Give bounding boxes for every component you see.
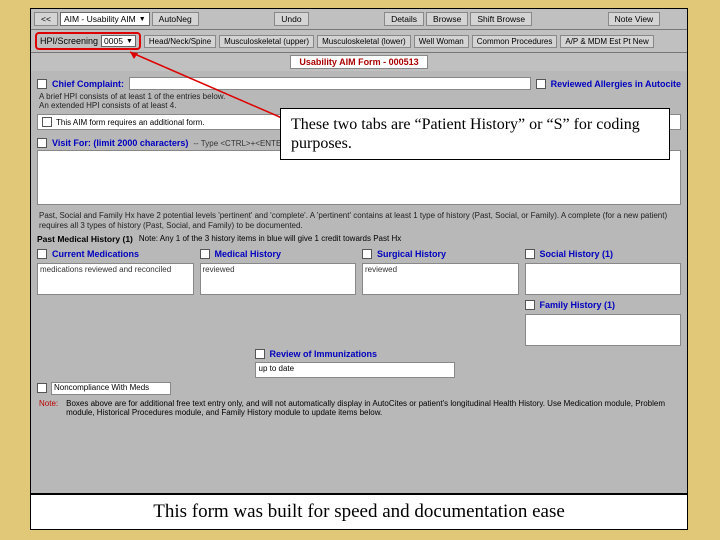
callout-top: These two tabs are “Patient History” or … (280, 108, 670, 160)
noncomp-checkbox[interactable] (37, 383, 47, 393)
undo-button[interactable]: Undo (274, 12, 308, 26)
app-window: << AIM - Usability AIM ▼ AutoNeg Undo De… (30, 8, 688, 494)
hpi-code-value: 0005 (104, 36, 123, 46)
tab-well-woman[interactable]: Well Woman (414, 35, 469, 48)
nav-prev-button[interactable]: << (34, 12, 58, 26)
chevron-down-icon: ▼ (139, 16, 146, 23)
tab-hpi-screening[interactable]: HPI/Screening 0005 ▼ (35, 32, 141, 50)
browse-button[interactable]: Browse (426, 12, 468, 26)
chevron-down-icon: ▼ (126, 38, 133, 45)
autoneg-button[interactable]: AutoNeg (152, 12, 199, 26)
details-button[interactable]: Details (384, 12, 424, 26)
additional-form-text: This AIM form requires an additional for… (56, 118, 205, 127)
tab-ap-mdm[interactable]: A/P & MDM Est Pt New (560, 35, 653, 48)
tab-msk-upper[interactable]: Musculoskeletal (upper) (219, 35, 314, 48)
pmh-note: Note: Any 1 of the 3 history items in bl… (139, 234, 401, 243)
review-imm-label: Review of Immunizations (270, 349, 378, 359)
chief-complaint-checkbox[interactable] (37, 79, 47, 89)
tab-strip: HPI/Screening 0005 ▼ Head/Neck/Spine Mus… (31, 30, 687, 53)
note-view-button[interactable]: Note View (608, 12, 661, 26)
social-hist-checkbox[interactable] (525, 249, 535, 259)
cur-meds-textarea[interactable]: medications reviewed and reconciled (37, 263, 194, 295)
form-title: Usability AIM Form - 000513 (290, 55, 427, 69)
tab-msk-lower[interactable]: Musculoskeletal (lower) (317, 35, 411, 48)
visit-for-label: Visit For: (limit 2000 characters) (52, 138, 188, 148)
additional-form-checkbox[interactable] (42, 117, 52, 127)
pmh-label: Past Medical History (1) (37, 234, 133, 244)
cur-meds-checkbox[interactable] (37, 249, 47, 259)
toolbar: << AIM - Usability AIM ▼ AutoNeg Undo De… (31, 9, 687, 30)
chief-complaint-label: Chief Complaint: (52, 79, 124, 89)
chief-complaint-input[interactable] (129, 77, 531, 90)
tab-head-neck-spine[interactable]: Head/Neck/Spine (144, 35, 216, 48)
form-selector-dropdown[interactable]: AIM - Usability AIM ▼ (60, 12, 150, 26)
social-hist-textarea[interactable] (525, 263, 682, 295)
visit-for-checkbox[interactable] (37, 138, 47, 148)
med-hist-textarea[interactable]: reviewed (200, 263, 357, 295)
tab-common-procedures[interactable]: Common Procedures (472, 35, 558, 48)
form-title-strip: Usability AIM Form - 000513 (31, 53, 687, 71)
family-hist-checkbox[interactable] (525, 300, 535, 310)
footer-note-label: Note: (39, 399, 58, 417)
family-hist-label: Family History (1) (540, 300, 616, 310)
dropdown-label: AIM - Usability AIM (64, 14, 136, 24)
social-hist-label: Social History (1) (540, 249, 614, 259)
shift-browse-button[interactable]: Shift Browse (470, 12, 532, 26)
callout-bottom: This form was built for speed and docume… (30, 494, 688, 530)
psf-description: Past, Social and Family Hx have 2 potent… (39, 211, 681, 229)
reviewed-allergies-checkbox[interactable] (536, 79, 546, 89)
reviewed-allergies-label: Reviewed Allergies in Autocite (551, 79, 681, 89)
med-hist-checkbox[interactable] (200, 249, 210, 259)
footer-note: Note: Boxes above are for additional fre… (39, 399, 679, 417)
surg-hist-checkbox[interactable] (362, 249, 372, 259)
footer-note-text: Boxes above are for additional free text… (66, 399, 679, 417)
surg-hist-label: Surgical History (377, 249, 446, 259)
med-hist-label: Medical History (215, 249, 282, 259)
surg-hist-textarea[interactable]: reviewed (362, 263, 519, 295)
cur-meds-label: Current Medications (52, 249, 139, 259)
review-imm-checkbox[interactable] (255, 349, 265, 359)
hpi-code-dropdown[interactable]: 0005 ▼ (101, 35, 136, 47)
noncomp-input[interactable]: Noncompliance With Meds (51, 382, 171, 395)
tab-hpi-label: HPI/Screening (40, 36, 98, 46)
family-hist-textarea[interactable] (525, 314, 682, 346)
review-imm-textarea[interactable]: up to date (255, 362, 455, 378)
